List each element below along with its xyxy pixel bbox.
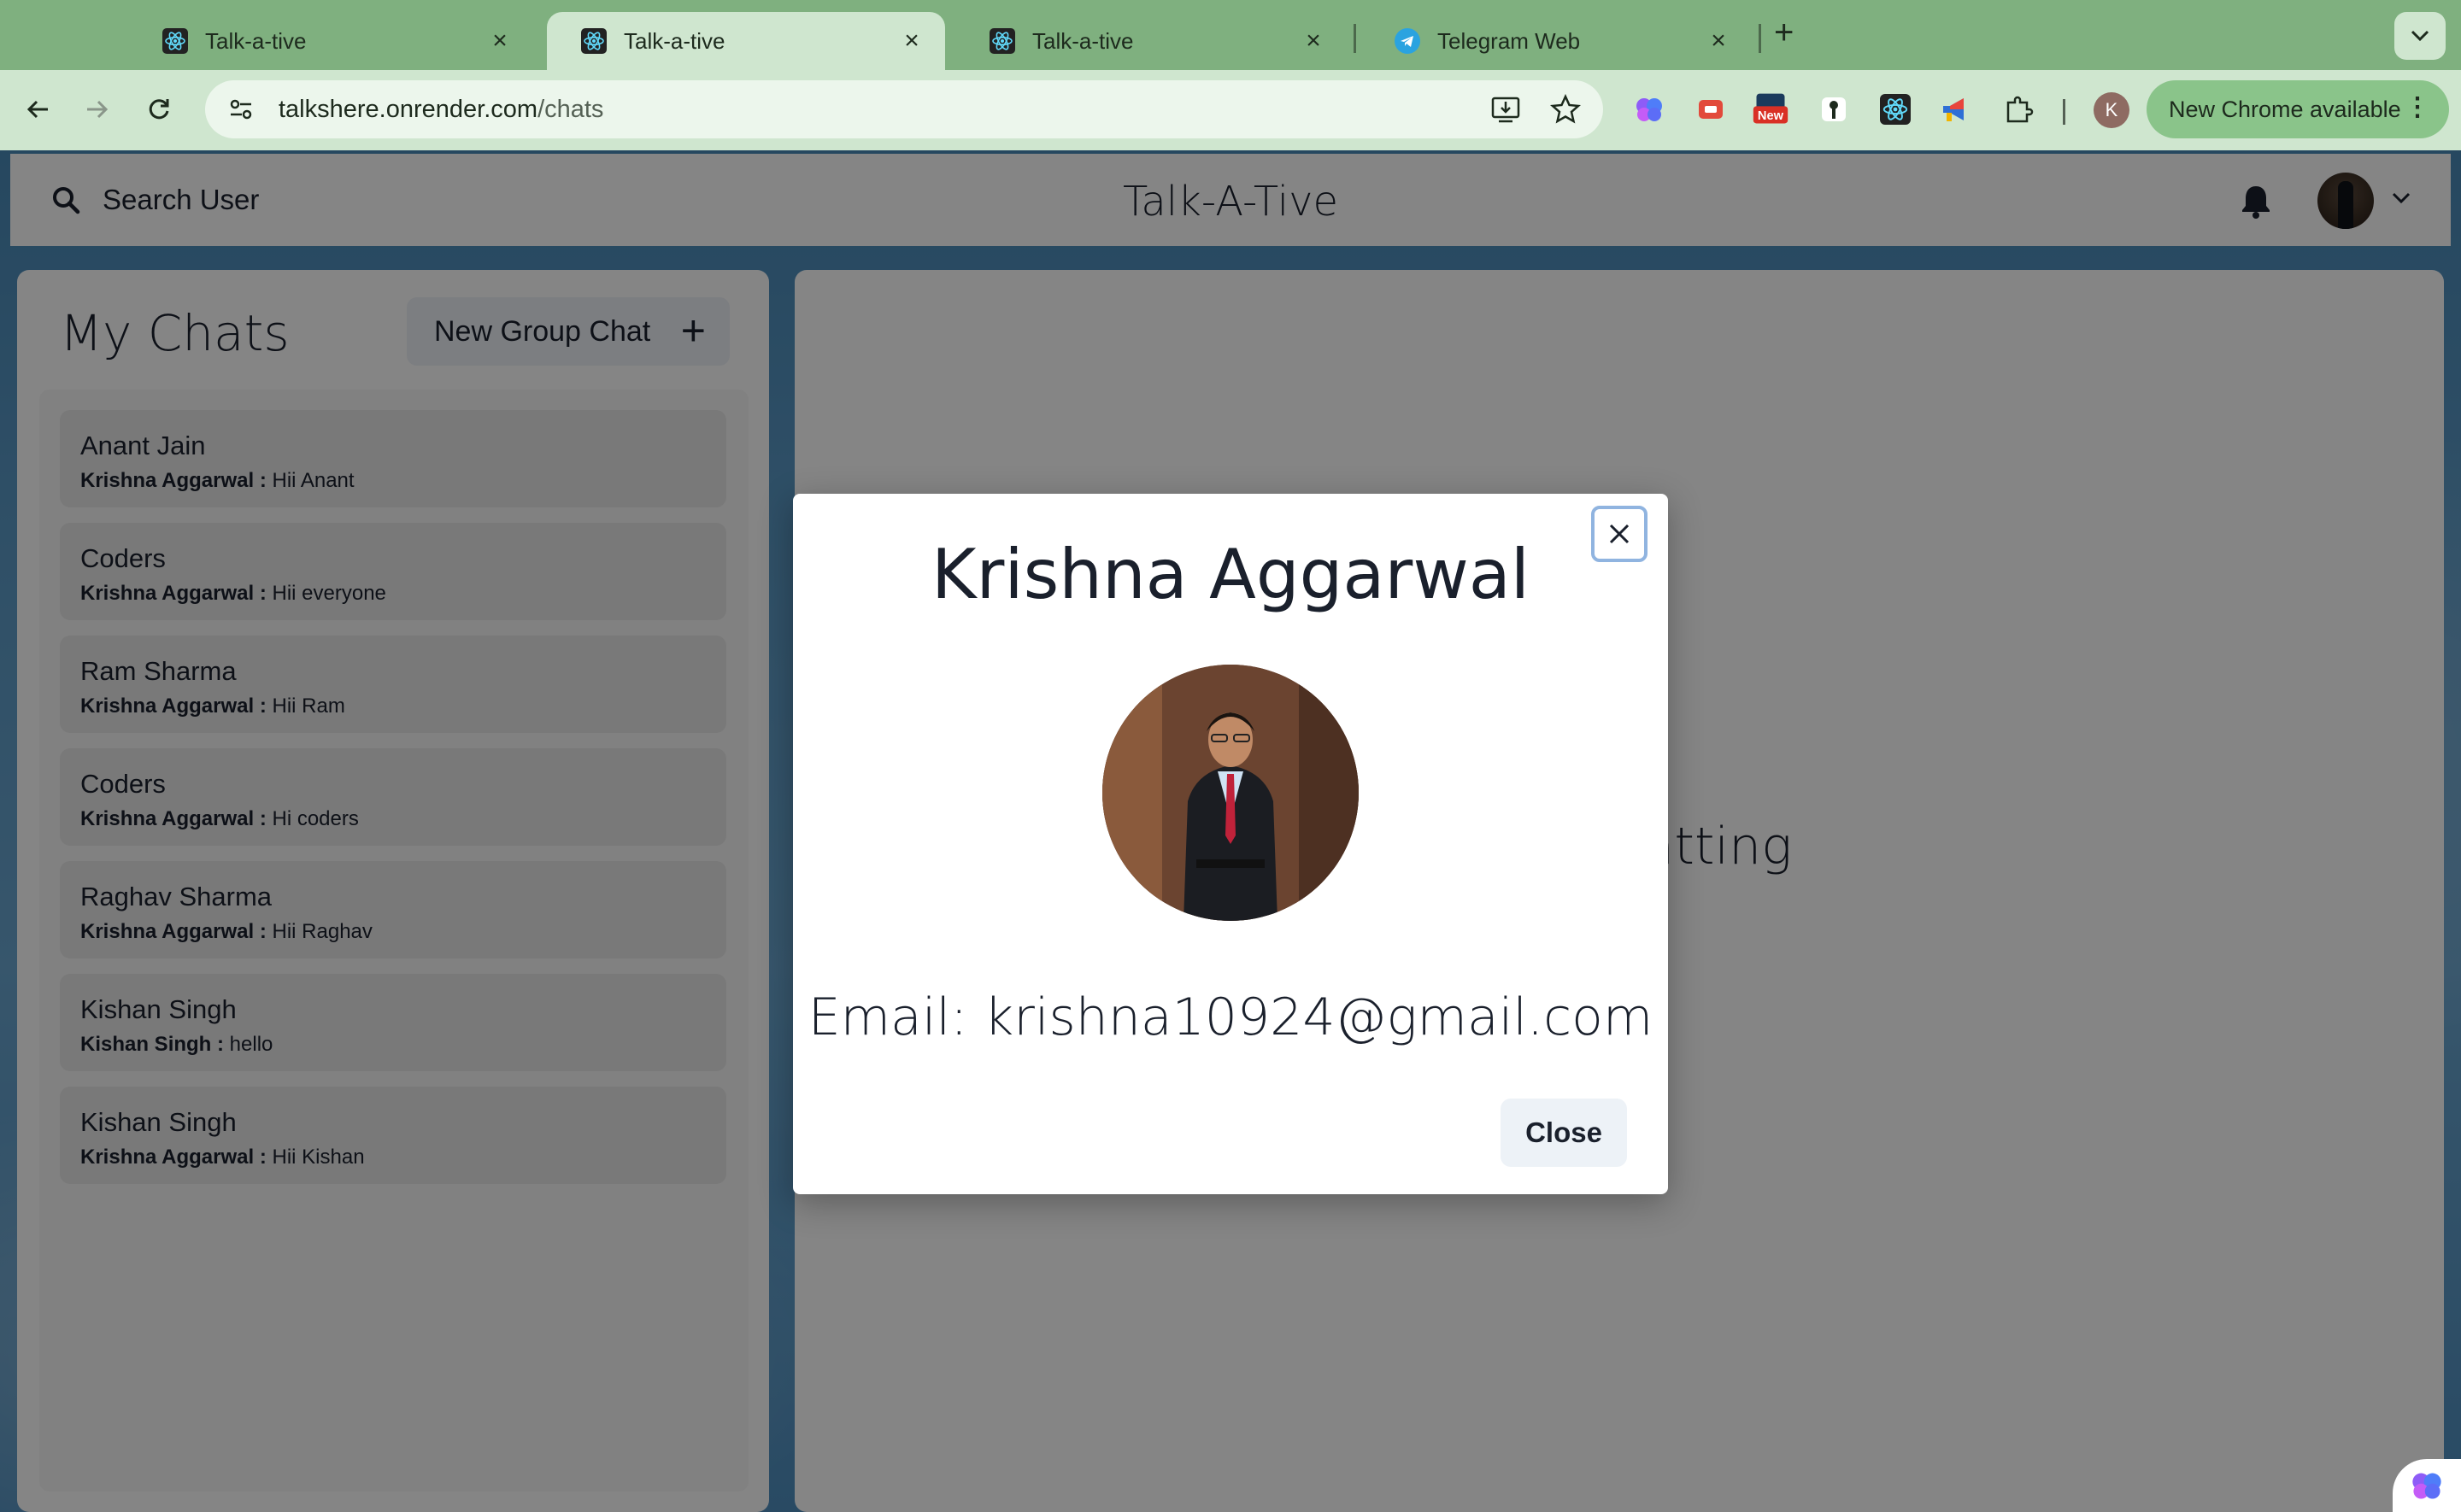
profile-photo bbox=[1102, 665, 1359, 921]
browser-toolbar: talkshere.onrender.com/chats New K New C… bbox=[0, 70, 2461, 150]
tab-title: Talk-a-tive bbox=[624, 27, 725, 54]
url-path: /chats bbox=[537, 95, 604, 123]
close-icon[interactable]: × bbox=[1706, 26, 1731, 56]
browser-tab[interactable]: Talk-a-tive × bbox=[128, 12, 533, 70]
browser-tab[interactable]: Talk-a-tive × bbox=[955, 12, 1347, 70]
bookmark-star-icon[interactable] bbox=[1548, 92, 1583, 126]
close-button[interactable]: Close bbox=[1501, 1099, 1627, 1167]
install-app-icon[interactable] bbox=[1489, 92, 1523, 126]
browser-profile-avatar[interactable]: K bbox=[2094, 92, 2129, 128]
update-chrome-button[interactable]: New Chrome available ⋮ bbox=[2147, 80, 2449, 138]
tab-title: Talk-a-tive bbox=[1032, 27, 1134, 54]
megaphone-extension-icon[interactable] bbox=[1936, 91, 1974, 128]
tab-title: Telegram Web bbox=[1437, 27, 1581, 54]
modal-email: Email: krishna10924@gmail.com bbox=[808, 987, 1653, 1047]
new-badge-extension-icon[interactable]: New bbox=[1752, 91, 1789, 128]
react-icon bbox=[581, 28, 607, 54]
profile-modal: Krishna Aggarwal Email: krishna10924@gma… bbox=[793, 494, 1668, 1194]
site-settings-icon[interactable] bbox=[226, 94, 256, 125]
address-bar[interactable]: talkshere.onrender.com/chats bbox=[205, 80, 1603, 138]
browser-tab[interactable]: Telegram Web × bbox=[1360, 12, 1752, 70]
modal-title: Krishna Aggarwal bbox=[931, 535, 1530, 614]
key-extension-icon[interactable] bbox=[1815, 91, 1853, 128]
tab-separator bbox=[1759, 24, 1761, 53]
update-label: New Chrome available bbox=[2169, 96, 2401, 122]
url-host: talkshere.onrender.com bbox=[279, 95, 538, 123]
extension-badge: New bbox=[1758, 109, 1784, 123]
toolbar-separator bbox=[2063, 99, 2065, 125]
react-devtools-icon[interactable] bbox=[1877, 91, 1914, 128]
react-icon bbox=[990, 28, 1015, 54]
browser-tab-active[interactable]: Talk-a-tive × bbox=[547, 12, 945, 70]
reload-icon[interactable] bbox=[135, 85, 183, 133]
close-icon[interactable]: × bbox=[487, 26, 513, 56]
close-icon[interactable]: × bbox=[1301, 26, 1326, 56]
close-icon[interactable]: × bbox=[899, 26, 925, 56]
react-icon bbox=[162, 28, 188, 54]
brain-extension-icon[interactable] bbox=[1630, 91, 1668, 128]
tab-separator bbox=[1354, 24, 1356, 53]
puzzle-extensions-icon[interactable] bbox=[2000, 91, 2037, 128]
new-tab-icon[interactable]: + bbox=[1774, 14, 1794, 52]
tab-title: Talk-a-tive bbox=[205, 27, 307, 54]
forward-arrow-icon[interactable] bbox=[73, 85, 121, 133]
back-arrow-icon[interactable] bbox=[14, 85, 62, 133]
tab-search-chevron-icon[interactable] bbox=[2394, 12, 2446, 60]
video-extension-icon[interactable] bbox=[1692, 91, 1730, 128]
more-menu-icon[interactable]: ⋮ bbox=[2405, 92, 2430, 122]
telegram-icon bbox=[1395, 28, 1420, 54]
url-text: talkshere.onrender.com/chats bbox=[279, 96, 603, 124]
browser-tabbar: Talk-a-tive × Talk-a-tive × Talk-a-tive … bbox=[0, 0, 2461, 70]
